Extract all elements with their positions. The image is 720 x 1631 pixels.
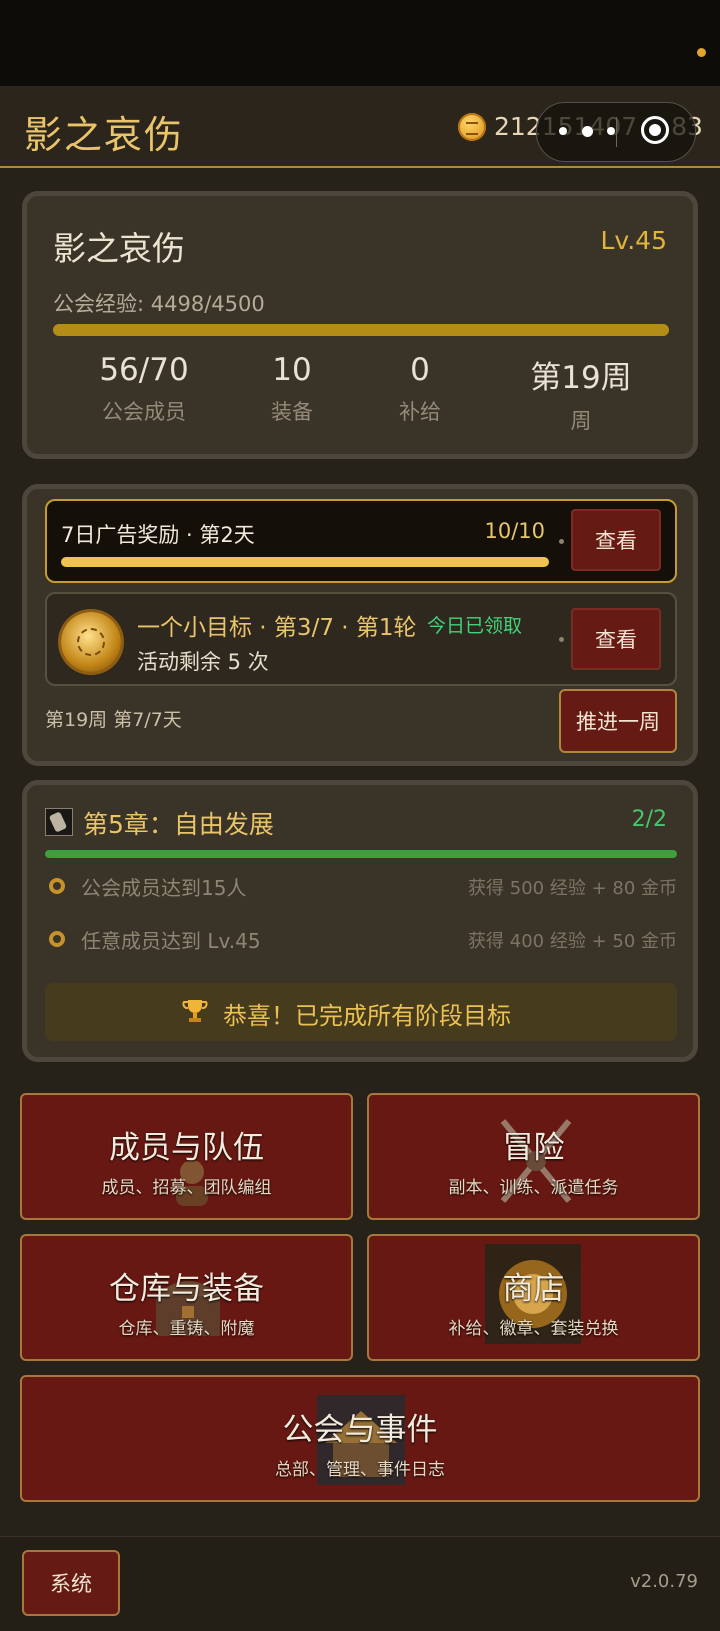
guild-exp-bar — [53, 324, 669, 336]
status-bar — [0, 0, 720, 86]
chapter-title: 第5章：自由发展 — [83, 810, 274, 839]
version-label: v2.0.79 — [630, 1571, 698, 1592]
task-check-icon — [49, 878, 65, 894]
bottom-bar: 系统 v2.0.79 — [0, 1536, 720, 1631]
guild-and-events-button[interactable]: 公会与事件 总部、管理、事件日志 — [20, 1375, 700, 1502]
all-goals-complete-text: 恭喜！已完成所有阶段目标 — [223, 1002, 511, 1030]
stat-value: 第19周 — [530, 360, 632, 396]
task-check-icon — [49, 931, 65, 947]
medal-icon — [61, 612, 121, 672]
guild-info-card: 影之哀伤 Lv.45 公会经验: 4498/4500 56/70 公会成员 10… — [22, 191, 698, 459]
shop-button[interactable]: 商店 补给、徽章、套装兑换 — [367, 1234, 700, 1361]
view-goal-button[interactable]: 查看 — [571, 608, 661, 670]
members-and-teams-button[interactable]: 成员与队伍 成员、招募、团队编组 — [20, 1093, 353, 1220]
menu-title: 冒险 — [502, 1130, 565, 1166]
ad-reward-bar — [61, 557, 549, 567]
menu-subtitle: 成员、招募、团队编组 — [101, 1178, 272, 1198]
top-header: 影之哀伤 21215140783 — [0, 86, 720, 168]
stat-members: 56/70 公会成员 — [79, 352, 209, 426]
menu-subtitle: 仓库、重铸、附魔 — [118, 1319, 255, 1339]
more-icon[interactable] — [559, 120, 615, 142]
stat-value: 0 — [410, 352, 430, 388]
task-name: 任意成员达到 Lv.45 — [81, 929, 261, 953]
coin-icon — [458, 113, 486, 141]
guild-exp-label: 公会经验: 4498/4500 — [53, 292, 265, 316]
trophy-icon — [182, 1000, 208, 1022]
menu-title: 公会与事件 — [282, 1412, 438, 1448]
chapter-progress-bar — [45, 850, 677, 858]
close-miniprogram-icon[interactable] — [641, 116, 669, 144]
adventure-button[interactable]: 冒险 副本、训练、派遣任务 — [367, 1093, 700, 1220]
stat-value: 10 — [272, 352, 312, 388]
guild-level: Lv.45 — [600, 226, 667, 255]
ad-reward-progress: 10/10 — [484, 519, 545, 543]
task-reward: 获得 500 经验 + 80 金币 — [468, 878, 677, 899]
menu-subtitle: 总部、管理、事件日志 — [275, 1460, 445, 1480]
activity-remaining: 活动剩余 5 次 — [137, 650, 269, 674]
stat-label: 补给 — [399, 400, 441, 424]
chapter-task: 任意成员达到 Lv.45 获得 400 经验 + 50 金币 — [45, 923, 677, 957]
separator-dot — [559, 637, 564, 642]
view-ad-reward-button[interactable]: 查看 — [571, 509, 661, 571]
capsule-divider — [616, 117, 617, 147]
notification-dot — [697, 48, 706, 57]
guild-name: 影之哀伤 — [53, 229, 185, 268]
stat-value: 56/70 — [99, 352, 189, 388]
ad-reward-fill — [61, 557, 549, 567]
small-goal-row: 一个小目标 · 第3/7 · 第1轮 今日已领取 活动剩余 5 次 查看 — [45, 592, 677, 686]
stat-label: 周 — [570, 409, 592, 433]
chapter-progress: 2/2 — [631, 807, 667, 832]
chapter-card: 第5章：自由发展 2/2 公会成员达到15人 获得 500 经验 + 80 金币… — [22, 780, 698, 1062]
week-progress: 第19周 第7/7天 — [45, 709, 182, 731]
stat-supplies: 0 补给 — [355, 352, 485, 426]
guild-exp-fill — [53, 324, 669, 336]
advance-week-button[interactable]: 推进一周 — [559, 689, 677, 753]
stat-label: 装备 — [271, 400, 313, 424]
menu-title: 仓库与装备 — [109, 1271, 264, 1307]
chapter-task: 公会成员达到15人 获得 500 经验 + 80 金币 — [45, 870, 677, 904]
menu-subtitle: 副本、训练、派遣任务 — [448, 1178, 619, 1198]
task-name: 公会成员达到15人 — [81, 876, 247, 900]
all-goals-complete-banner: 恭喜！已完成所有阶段目标 — [45, 983, 677, 1041]
system-button[interactable]: 系统 — [22, 1550, 120, 1616]
separator-dot — [559, 539, 564, 544]
scroll-icon — [45, 808, 73, 836]
miniprogram-capsule — [536, 102, 696, 162]
menu-subtitle: 补给、徽章、套装兑换 — [448, 1319, 619, 1339]
small-goal-title: 一个小目标 · 第3/7 · 第1轮 — [137, 615, 417, 641]
ad-reward-row: 7日广告奖励 · 第2天 10/10 查看 — [45, 499, 677, 583]
activity-card: 7日广告奖励 · 第2天 10/10 查看 一个小目标 · 第3/7 · 第1轮… — [22, 484, 698, 766]
task-reward: 获得 400 经验 + 50 金币 — [468, 931, 677, 952]
stat-label: 公会成员 — [102, 400, 186, 424]
page-title: 影之哀伤 — [24, 113, 185, 157]
claimed-today-badge: 今日已领取 — [427, 615, 523, 637]
stat-week: 第19周 周 — [511, 352, 651, 435]
menu-title: 成员与队伍 — [109, 1130, 264, 1166]
ad-reward-title: 7日广告奖励 · 第2天 — [61, 523, 255, 547]
warehouse-and-equipment-button[interactable]: 仓库与装备 仓库、重铸、附魔 — [20, 1234, 353, 1361]
menu-title: 商店 — [502, 1271, 565, 1307]
stat-equipment: 10 装备 — [227, 352, 357, 426]
